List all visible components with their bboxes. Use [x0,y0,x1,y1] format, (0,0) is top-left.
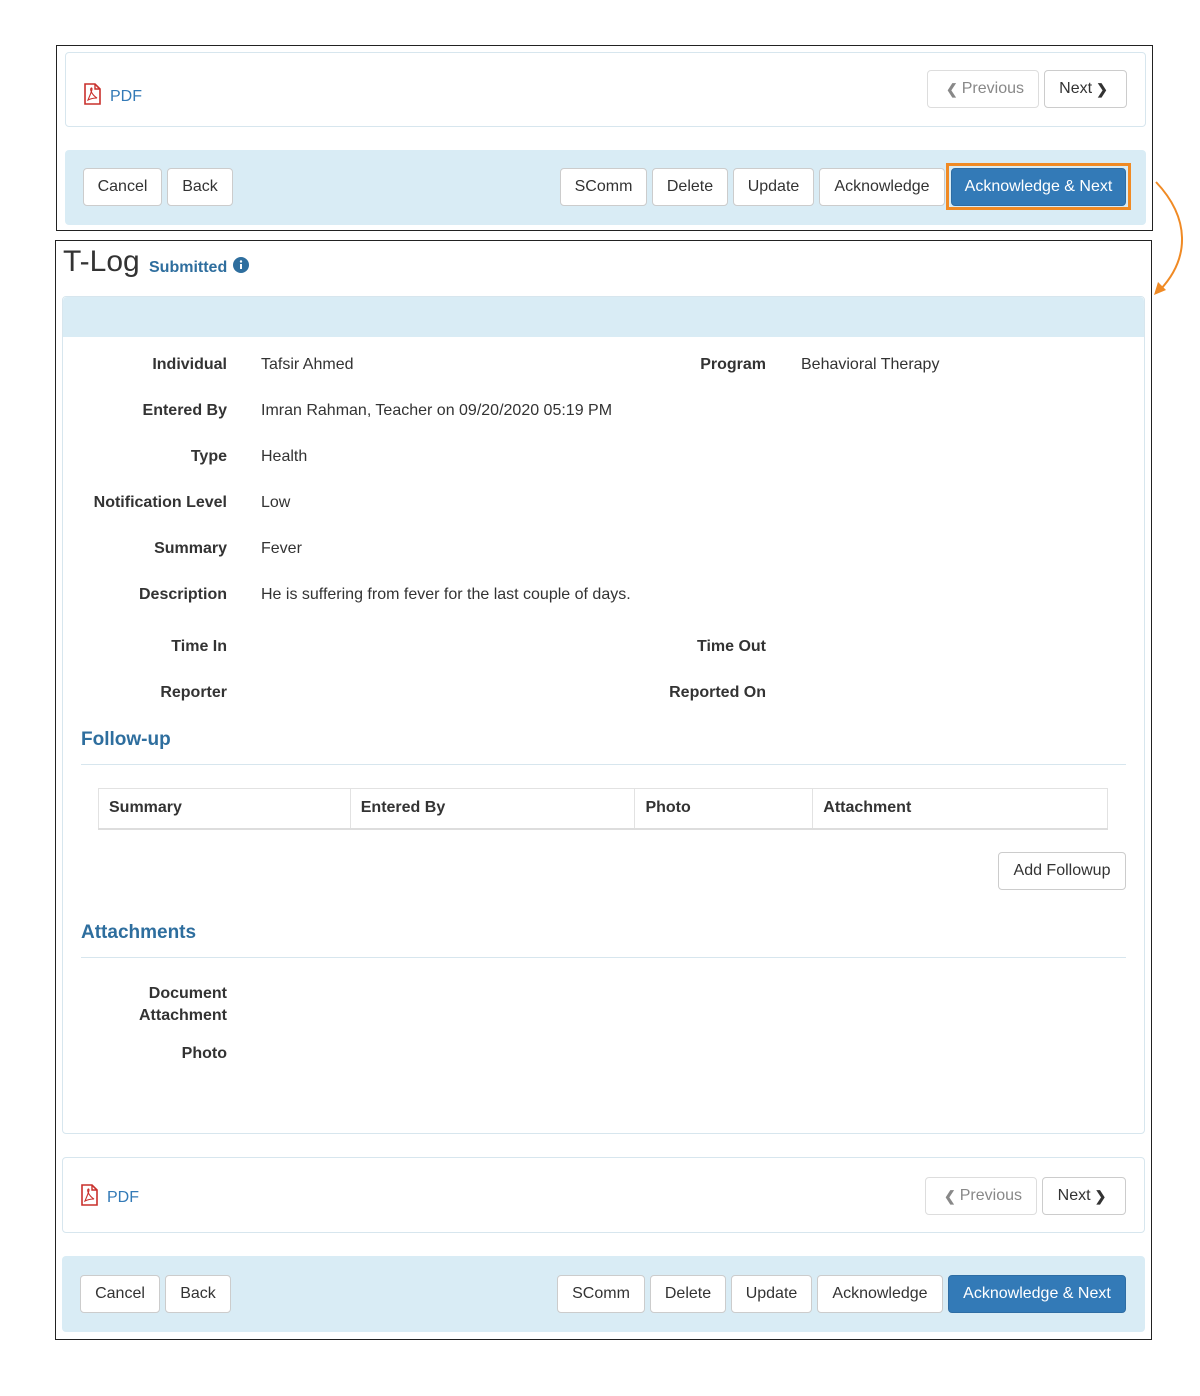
cancel-button[interactable]: Cancel [83,168,162,206]
followup-divider [81,764,1126,765]
pdf-file-icon [82,83,102,110]
time-out-label: Time Out [696,638,766,655]
acknowledge-button[interactable]: Acknowledge [819,168,945,206]
entered-by-value: Imran Rahman, Teacher on 09/20/2020 05:1… [261,402,613,419]
bottom-acknowledge-button[interactable]: Acknowledge [817,1275,943,1313]
previous-label: Previous [961,80,1024,97]
bottom-next-button[interactable]: Next ❯ [1042,1177,1126,1215]
add-followup-button[interactable]: Add Followup [998,852,1126,890]
document-attachment-label-line1: Document [148,985,227,1002]
top-nav-panel: PDF ❮ Previous Next ❯ [65,52,1146,127]
followup-col-entered-by[interactable]: Entered By [349,788,636,830]
reported-on-label: Reported On [669,684,766,701]
attachments-section-title: Attachments [81,922,197,943]
status-label: Submitted [149,258,228,276]
followup-table: Summary Entered By Photo Attachment [98,788,1108,830]
update-button[interactable]: Update [733,168,814,206]
description-label: Description [138,586,227,603]
document-attachment-label-line2: Attachment [138,1007,227,1024]
status-badge: Submitted [149,257,250,278]
acknowledge-next-button[interactable]: Acknowledge & Next [951,168,1126,206]
entered-by-label: Entered By [142,402,227,419]
details-panel-header [63,297,1144,337]
scomm-button[interactable]: SComm [560,168,647,206]
bottom-pdf-label: PDF [107,1188,139,1206]
chevron-left-icon: ❮ [946,80,958,97]
pdf-link[interactable]: PDF [82,83,142,110]
page-title: T-Log [63,245,140,278]
followup-table-header: Summary Entered By Photo Attachment [98,788,1108,830]
summary-label: Summary [154,540,227,557]
details-panel: Individual Tafsir Ahmed Program Behavior… [62,296,1145,1134]
top-action-panel: Cancel Back SComm Delete Update Acknowle… [65,150,1146,225]
notification-level-value: Low [261,494,291,511]
attachments-divider [81,957,1126,958]
program-value: Behavioral Therapy [801,356,940,373]
bottom-back-button[interactable]: Back [165,1275,231,1313]
bottom-previous-button[interactable]: ❮ Previous [925,1177,1037,1215]
bottom-delete-button[interactable]: Delete [650,1275,726,1313]
top-frame: PDF ❮ Previous Next ❯ Cancel Back SComm De… [56,45,1153,231]
previous-button[interactable]: ❮ Previous [927,70,1039,108]
type-value: Health [261,448,308,465]
next-label: Next [1059,80,1093,97]
bottom-scomm-button[interactable]: SComm [557,1275,645,1313]
bottom-action-panel: Cancel Back SComm Delete Update Acknowle… [62,1256,1145,1332]
individual-label: Individual [152,356,227,373]
bottom-update-button[interactable]: Update [731,1275,812,1313]
individual-value: Tafsir Ahmed [261,356,354,373]
bottom-cancel-button[interactable]: Cancel [80,1275,160,1313]
program-label: Program [700,356,766,373]
followup-section-title: Follow-up [81,729,171,750]
bottom-acknowledge-next-button[interactable]: Acknowledge & Next [948,1275,1126,1313]
followup-col-summary[interactable]: Summary [98,788,351,830]
chevron-right-icon: ❯ [1096,80,1108,97]
next-button[interactable]: Next ❯ [1044,70,1127,108]
followup-col-attachment[interactable]: Attachment [812,788,1108,830]
main-frame: T-Log Submitted Individual Tafsir Ahmed … [55,240,1152,1340]
callout-arrow-icon [1154,181,1183,295]
bottom-next-label: Next [1057,1187,1091,1204]
bottom-nav-panel: PDF ❮ Previous Next ❯ [62,1157,1145,1233]
notification-level-label: Notification Level [93,494,227,511]
pdf-file-icon [79,1184,99,1211]
delete-button[interactable]: Delete [652,168,728,206]
bottom-pdf-link[interactable]: PDF [79,1184,139,1211]
reporter-label: Reporter [160,684,227,701]
pdf-label: PDF [110,87,142,105]
bottom-previous-label: Previous [959,1187,1022,1204]
type-label: Type [190,448,227,465]
chevron-right-icon: ❯ [1094,1187,1107,1204]
chevron-left-icon: ❮ [944,1187,956,1204]
description-value: He is suffering from fever for the last … [261,586,631,603]
info-icon[interactable] [233,257,250,278]
summary-value: Fever [261,540,302,557]
back-button[interactable]: Back [167,168,233,206]
time-in-label: Time In [171,638,227,655]
followup-col-photo[interactable]: Photo [634,788,814,830]
photo-label: Photo [181,1045,227,1062]
document-attachment-label: Document Attachment [63,983,227,1027]
